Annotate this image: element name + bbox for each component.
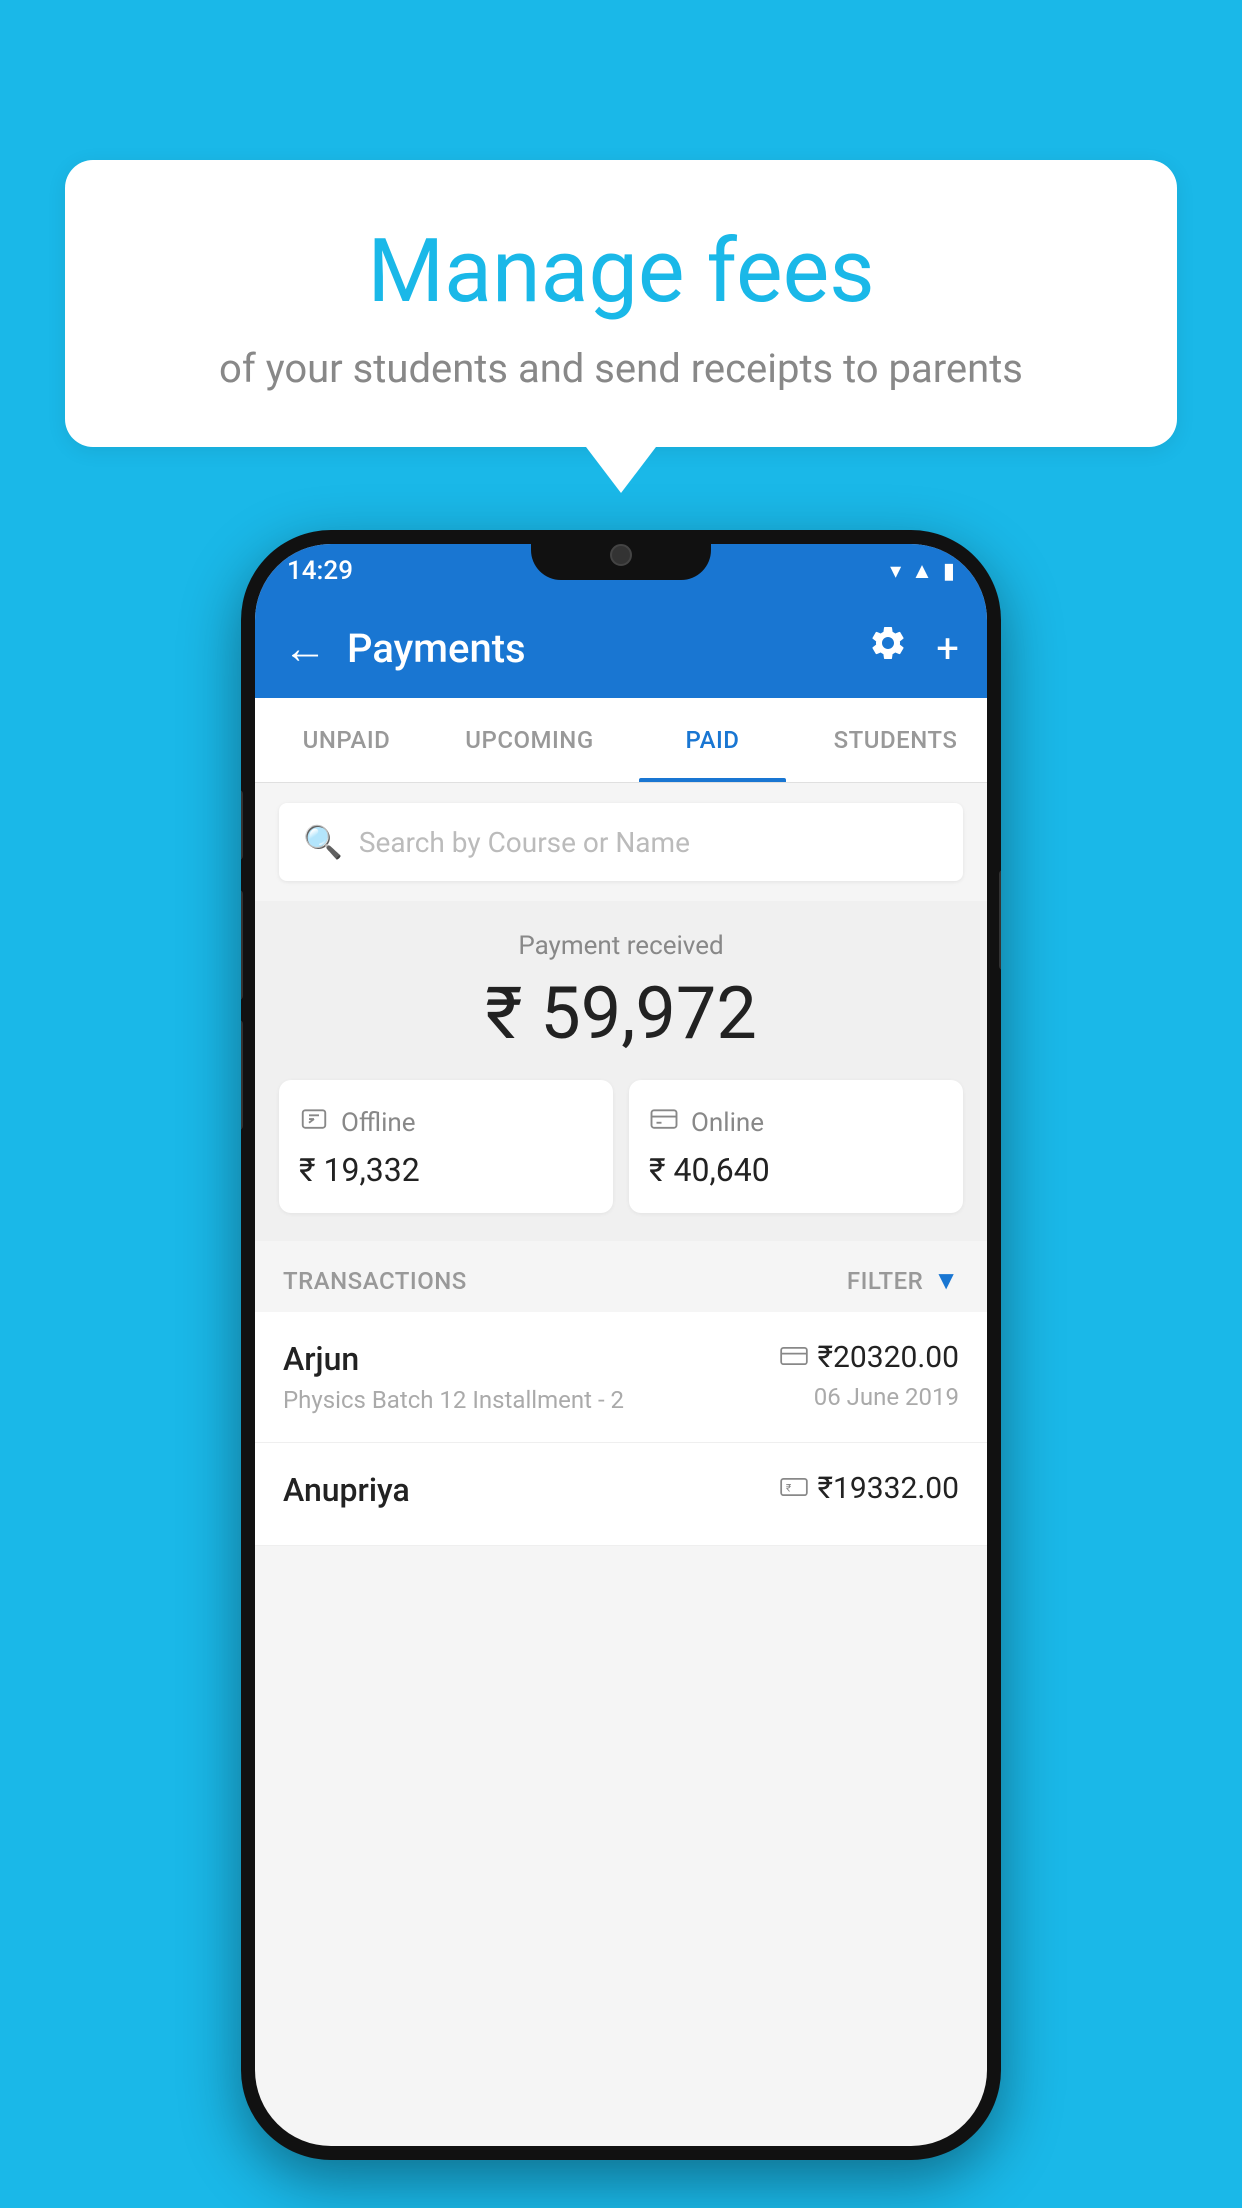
offline-amount: ₹ 19,332 [299, 1151, 593, 1189]
bubble-subtitle: of your students and send receipts to pa… [115, 345, 1127, 392]
side-button-3 [241, 1020, 243, 1130]
transactions-label: TRANSACTIONS [283, 1267, 467, 1295]
tab-upcoming[interactable]: UPCOMING [438, 698, 621, 782]
transaction-date: 06 June 2019 [780, 1383, 959, 1411]
filter-icon: ▼ [933, 1265, 959, 1296]
transaction-amount: ₹19332.00 [818, 1471, 959, 1506]
main-content: 🔍 Search by Course or Name Payment recei… [255, 783, 987, 1546]
transaction-name: Anupriya [283, 1471, 410, 1509]
speech-bubble: Manage fees of your students and send re… [65, 160, 1177, 447]
settings-icon[interactable] [868, 623, 908, 673]
phone-screen: 14:29 ▾ ▲ ▮ ← Payments + UNPAID [255, 544, 987, 2146]
online-icon [649, 1104, 679, 1141]
battery-icon: ▮ [943, 559, 955, 584]
volume-up-button [241, 790, 243, 860]
transaction-amount-row: ₹ ₹19332.00 [780, 1471, 959, 1506]
tab-unpaid[interactable]: UNPAID [255, 698, 438, 782]
payment-received-label: Payment received [279, 931, 963, 961]
tab-paid[interactable]: PAID [621, 698, 804, 782]
transaction-amount: ₹20320.00 [818, 1340, 959, 1375]
payment-summary: Payment received ₹ 59,972 [255, 901, 987, 1241]
online-label: Online [691, 1108, 764, 1138]
transaction-row[interactable]: Anupriya ₹ ₹19332.00 [255, 1443, 987, 1546]
online-amount: ₹ 40,640 [649, 1151, 943, 1189]
transaction-right: ₹20320.00 06 June 2019 [780, 1340, 959, 1411]
online-payment-card: Online ₹ 40,640 [629, 1080, 963, 1213]
filter-label: FILTER [847, 1267, 923, 1295]
search-bar[interactable]: 🔍 Search by Course or Name [279, 803, 963, 881]
transaction-name: Arjun [283, 1340, 624, 1378]
tabs-container: UNPAID UPCOMING PAID STUDENTS [255, 698, 987, 783]
phone-frame: 14:29 ▾ ▲ ▮ ← Payments + UNPAID [241, 530, 1001, 2160]
filter-button[interactable]: FILTER ▼ [847, 1265, 959, 1296]
transaction-row[interactable]: Arjun Physics Batch 12 Installment - 2 ₹… [255, 1312, 987, 1443]
transaction-amount-row: ₹20320.00 [780, 1340, 959, 1375]
app-bar: ← Payments + [255, 598, 987, 698]
status-time: 14:29 [287, 556, 353, 586]
search-icon: 🔍 [303, 823, 343, 861]
offline-payment-icon: ₹ [780, 1474, 808, 1504]
card-payment-icon [780, 1343, 808, 1373]
signal-icon: ▲ [911, 558, 933, 584]
add-icon[interactable]: + [936, 625, 959, 672]
transaction-right: ₹ ₹19332.00 [780, 1471, 959, 1514]
wifi-icon: ▾ [890, 559, 901, 584]
payment-cards: Offline ₹ 19,332 [279, 1080, 963, 1213]
power-button [999, 870, 1001, 970]
app-bar-title: Payments [347, 625, 848, 672]
search-placeholder: Search by Course or Name [359, 826, 690, 859]
offline-icon [299, 1104, 329, 1141]
svg-text:₹: ₹ [785, 1481, 791, 1494]
offline-label: Offline [341, 1108, 416, 1138]
bubble-title: Manage fees [115, 220, 1127, 323]
transaction-detail: Physics Batch 12 Installment - 2 [283, 1386, 624, 1414]
transactions-header: TRANSACTIONS FILTER ▼ [255, 1241, 987, 1312]
volume-down-button [241, 890, 243, 1000]
transaction-left: Arjun Physics Batch 12 Installment - 2 [283, 1340, 624, 1414]
tab-students[interactable]: STUDENTS [804, 698, 987, 782]
transaction-left: Anupriya [283, 1471, 410, 1517]
phone-notch [531, 530, 711, 580]
app-bar-actions: + [868, 623, 959, 673]
offline-payment-card: Offline ₹ 19,332 [279, 1080, 613, 1213]
phone-camera [610, 544, 632, 566]
status-icons: ▾ ▲ ▮ [890, 558, 955, 584]
back-button[interactable]: ← [283, 622, 327, 674]
payment-total-amount: ₹ 59,972 [279, 971, 963, 1056]
